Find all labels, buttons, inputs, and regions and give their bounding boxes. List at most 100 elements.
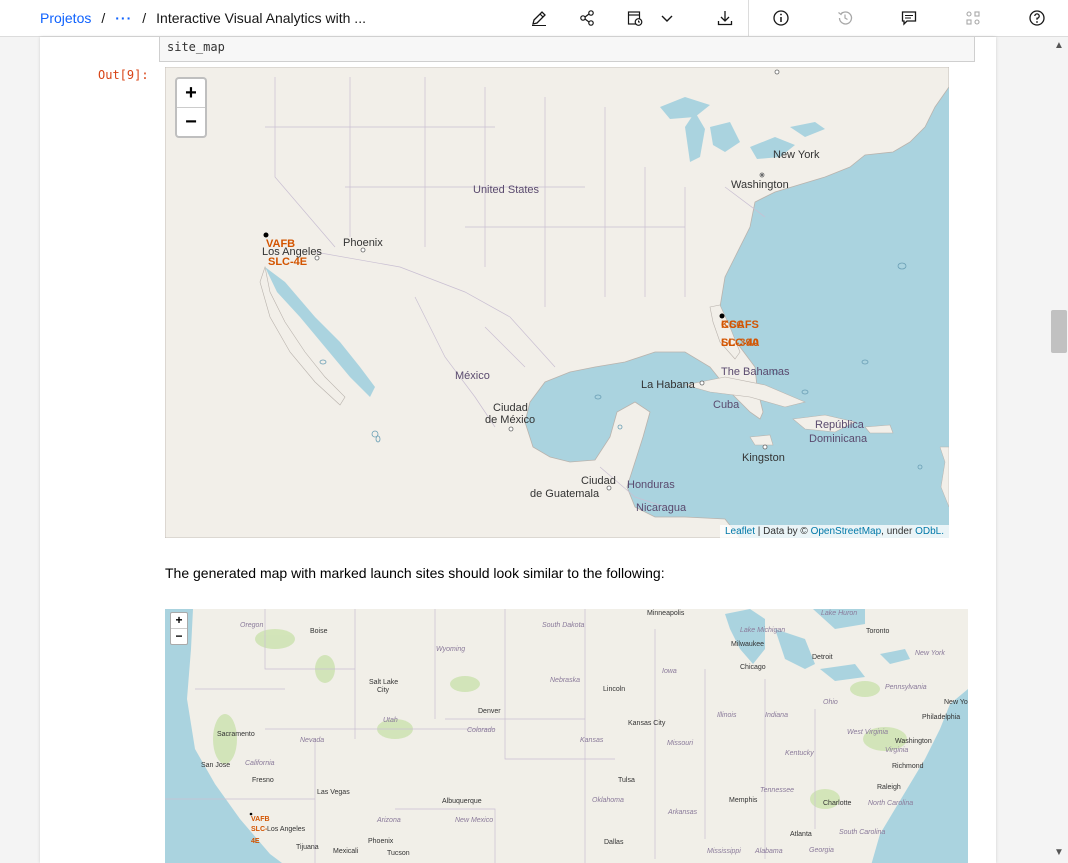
folium-map[interactable]: New York Washington United States Phoeni… (165, 67, 949, 538)
map-tiles[interactable]: New York Washington United States Phoeni… (165, 67, 949, 538)
map2-label-charlotte: Charlotte (823, 800, 852, 807)
map2-label-mexicali: Mexicali (333, 848, 359, 855)
map-label-guatemala-2: de Guatemala (530, 488, 600, 500)
map2-label-fresno: Fresno (252, 777, 274, 784)
map2-label-lake-michigan: Lake Michigan (740, 627, 785, 634)
breadcrumb: Projetos / ··· / Interactive Visual Anal… (40, 0, 366, 36)
attribution-under: , under (881, 526, 916, 537)
map-label-united-states: United States (473, 184, 540, 196)
map2-label-mississippi: Mississippi (707, 848, 741, 855)
map2-label-pennsylvania: Pennsylvania (885, 684, 927, 691)
map2-label-colorado: Colorado (467, 727, 496, 734)
map2-label-kentucky: Kentucky (785, 750, 814, 757)
edit-icon[interactable] (530, 9, 548, 27)
map2-marker-vafb: VAFB (251, 816, 270, 823)
breadcrumb-overflow-menu[interactable]: ··· (115, 10, 132, 26)
map2-label-south-carolina: South Carolina (839, 829, 885, 836)
map2-label-san-jose: San Jose (201, 762, 230, 769)
map-label-mexico: México (455, 370, 490, 382)
reference-zoom-in: + (171, 613, 187, 629)
scrollbar-thumb[interactable] (1051, 310, 1067, 353)
map-label-dominicana-2: Dominicana (809, 433, 868, 445)
launch-site-marker-florida[interactable] (719, 313, 725, 319)
marker-label-lc39a: LC-39A (721, 337, 760, 349)
map2-label-new-york-city: New York (944, 699, 968, 706)
map2-label-boise: Boise (310, 628, 328, 635)
breadcrumb-separator: / (101, 10, 106, 26)
map2-launch-site-dot (249, 812, 253, 816)
map-label-cuba: Cuba (713, 399, 740, 411)
map-label-ciudad-mexico-2: de México (485, 414, 535, 426)
map2-label-salt-lake: Salt Lake (369, 679, 398, 686)
map2-label-detroit: Detroit (812, 654, 833, 661)
info-icon[interactable] (772, 9, 790, 27)
map2-label-toronto: Toronto (866, 628, 889, 635)
zoom-out-button[interactable]: − (177, 108, 205, 136)
map2-label-iowa: Iowa (662, 668, 677, 675)
marker-label-ksc: KSC (721, 319, 744, 331)
map2-label-oklahoma: Oklahoma (592, 797, 624, 804)
map2-label-raleigh: Raleigh (877, 784, 901, 791)
code-cell[interactable]: site_map (159, 37, 975, 62)
map2-label-philadelphia: Philadelphia (922, 714, 960, 721)
marker-label-slc4e: SLC-4E (268, 256, 307, 268)
map2-marker-slc: SLC- (251, 826, 268, 833)
map2-label-indiana: Indiana (765, 712, 788, 719)
map2-label-kansas-city: Kansas City (628, 720, 666, 727)
map2-label-albuquerque: Albuquerque (442, 798, 482, 805)
map2-label-tijuana: Tijuana (296, 844, 319, 851)
map2-label-arizona: Arizona (376, 817, 401, 824)
share-icon[interactable] (578, 9, 596, 27)
map2-label-lincoln: Lincoln (603, 686, 625, 693)
map-label-new-york: New York (773, 149, 820, 161)
map-zoom-control: + − (175, 77, 207, 138)
openstreetmap-link[interactable]: OpenStreetMap (811, 526, 882, 537)
map2-label-lake-huron: Lake Huron (821, 610, 857, 617)
map2-label-nevada: Nevada (300, 737, 324, 744)
map2-label-ohio: Ohio (823, 699, 838, 706)
attribution-text: | Data by © (755, 526, 811, 537)
map2-label-minneapolis: Minneapolis (647, 610, 685, 617)
help-icon[interactable] (1028, 9, 1046, 27)
map2-label-california: California (245, 760, 275, 767)
map2-label-oregon: Oregon (240, 622, 263, 629)
map-label-kingston: Kingston (742, 452, 785, 464)
history-icon[interactable] (836, 9, 854, 27)
map2-label-denver: Denver (478, 708, 501, 715)
breadcrumb-separator: / (142, 10, 147, 26)
map2-label-city: City (377, 687, 390, 694)
marker-label-vafb: VAFB (266, 238, 295, 250)
scroll-down-arrow-icon[interactable]: ▼ (1053, 847, 1065, 859)
map2-label-atlanta: Atlanta (790, 831, 812, 838)
map2-label-utah: Utah (383, 717, 398, 724)
zoom-in-button[interactable]: + (177, 79, 205, 108)
map2-label-chicago: Chicago (740, 664, 766, 671)
map2-label-tennessee: Tennessee (760, 787, 794, 794)
comments-icon[interactable] (900, 9, 918, 27)
map-label-washington: Washington (731, 179, 789, 191)
scroll-up-arrow-icon[interactable]: ▲ (1053, 40, 1065, 52)
odbl-link[interactable]: ODbL. (915, 526, 944, 537)
leaflet-link[interactable]: Leaflet (725, 526, 755, 537)
launch-site-marker-vafb[interactable] (263, 232, 269, 238)
map2-label-memphis: Memphis (729, 797, 758, 804)
map2-label-tucson: Tucson (387, 850, 410, 857)
page-scrollbar[interactable]: ▲ ▼ (1050, 37, 1068, 863)
schedule-icon[interactable] (626, 9, 644, 27)
map2-label-new-york-state: New York (915, 650, 945, 657)
output-prompt: Out[9]: (98, 68, 149, 82)
map2-label-virginia: Virginia (885, 747, 908, 754)
map2-label-new-mexico: New Mexico (455, 817, 493, 824)
map2-label-las-vegas: Las Vegas (317, 789, 350, 796)
map2-label-los-angeles: Los Angeles (267, 826, 306, 833)
map2-label-north-carolina: North Carolina (868, 800, 913, 807)
download-icon[interactable] (716, 9, 734, 27)
left-gutter (0, 37, 40, 863)
environment-icon[interactable] (964, 9, 982, 27)
reference-zoom-out: − (175, 629, 183, 643)
map-label-honduras: Honduras (627, 479, 675, 491)
chevron-down-icon[interactable] (658, 9, 676, 27)
breadcrumb-projects-link[interactable]: Projetos (40, 10, 91, 26)
map-label-guatemala-1: Ciudad (581, 475, 616, 487)
map-label-dominicana-1: República (815, 419, 865, 431)
